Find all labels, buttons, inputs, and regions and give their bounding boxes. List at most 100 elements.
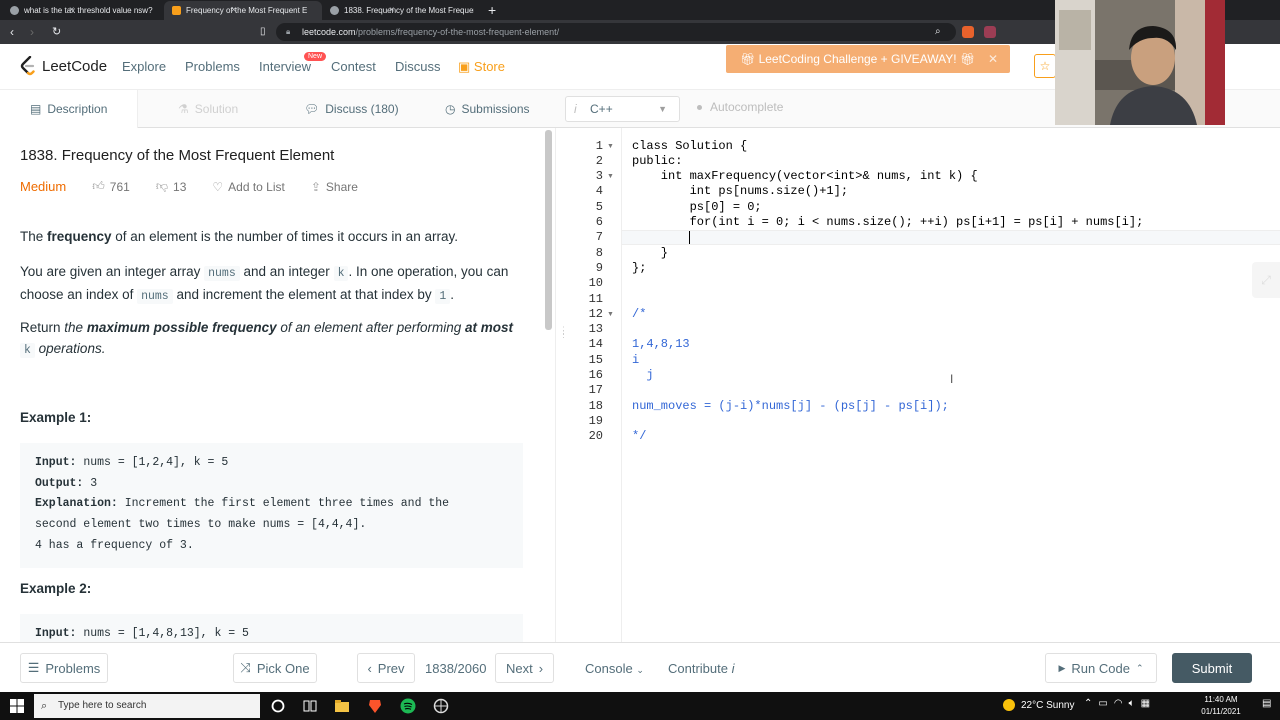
url-domain: leetcode.com: [302, 27, 356, 37]
submit-button[interactable]: Submit: [1172, 653, 1252, 683]
inline-code: k: [333, 266, 349, 281]
list-icon: ☰: [27, 660, 40, 675]
line-number: 10: [588, 276, 603, 291]
line-number: 2: [595, 153, 603, 168]
tab-solution[interactable]: ⚗ Solution: [178, 90, 238, 128]
nav-problems[interactable]: Problems: [185, 59, 240, 74]
close-icon[interactable]: ✕: [69, 3, 74, 18]
weather-widget[interactable]: 22°C Sunny: [1003, 699, 1074, 711]
file-explorer-icon[interactable]: [334, 698, 350, 714]
next-button[interactable]: Next ›: [495, 653, 554, 683]
next-label: Next: [505, 660, 533, 676]
browser-tab-title: Frequency of the Most Frequent E: [186, 6, 308, 15]
search-icon: ⌕: [41, 700, 48, 712]
tab-discuss[interactable]: 💬︎ Discuss (180): [304, 90, 399, 128]
play-icon: ▶: [1058, 662, 1066, 673]
description-scrollbar[interactable]: [545, 130, 552, 330]
chevron-down-icon: ▼: [658, 104, 667, 114]
nav-store[interactable]: ▣ Store: [458, 59, 505, 75]
nav-explore[interactable]: Explore: [122, 59, 166, 74]
pane-splitter[interactable]: ⋮ ⋮: [555, 128, 568, 642]
fullscreen-icon[interactable]: ⤢: [1252, 262, 1280, 298]
spotify-icon[interactable]: [400, 698, 416, 714]
close-icon[interactable]: ✕: [231, 3, 236, 18]
windows-start-icon[interactable]: [10, 699, 24, 713]
problem-title: 1838. Frequency of the Most Frequent Ele…: [20, 147, 335, 164]
tab-description-label: Description: [47, 102, 108, 116]
label: Input:: [35, 456, 77, 469]
contribute-label: Contribute: [668, 661, 728, 676]
language-select[interactable]: i C++ ▼: [565, 96, 680, 122]
code-editor[interactable]: 1 ▼ 2 3 ▼ 4 5 6 7 8 9 10 11 12 ▼ 13 14 15 16 17 18 19 20 class…: [565, 128, 1280, 642]
close-icon[interactable]: ✕: [988, 45, 998, 73]
notifications-icon[interactable]: ▤: [1262, 698, 1271, 709]
leetcode-logo[interactable]: LeetCode: [20, 56, 107, 76]
contribute-link[interactable]: Contribute i: [668, 661, 735, 676]
store-icon: ▣: [458, 59, 474, 74]
brave-rewards-icon[interactable]: [984, 26, 996, 38]
share-icon: ⇪: [310, 179, 321, 194]
task-view-icon[interactable]: [302, 698, 318, 714]
share-label: Share: [325, 179, 358, 194]
browser-tab-active[interactable]: Frequency of the Most Frequent E ✕: [164, 1, 322, 20]
back-icon[interactable]: ‹: [10, 24, 14, 40]
zoom-icon[interactable]: ⌕: [935, 24, 941, 40]
mouse-ibeam-icon: I: [950, 372, 954, 386]
fold-arrow-icon[interactable]: ▼: [607, 139, 614, 154]
label: Input:: [35, 627, 77, 640]
app-icon[interactable]: [433, 698, 449, 714]
address-bar[interactable]: 🔒︎ leetcode.com/problems/frequency-of-th…: [276, 23, 956, 41]
brave-shield-icon[interactable]: [962, 26, 974, 38]
cortana-icon[interactable]: [270, 698, 286, 714]
close-icon[interactable]: ✕: [389, 3, 394, 18]
reload-icon[interactable]: ↻: [52, 24, 61, 40]
tab-description[interactable]: ▤ Description: [0, 90, 138, 128]
text: .: [450, 287, 455, 302]
bookmark-icon[interactable]: ▯: [260, 24, 266, 40]
promo-banner[interactable]: 🎁︎ LeetCoding Challenge + GIVEAWAY! 🎁︎ ✕: [726, 45, 1010, 73]
taskbar-search-input[interactable]: ⌕ Type here to search: [34, 694, 260, 718]
forward-icon[interactable]: ›: [30, 24, 34, 40]
dislike-button[interactable]: 👎︎ 13: [156, 179, 187, 194]
console-toggle[interactable]: Console ⌄: [585, 661, 644, 676]
line-number: 5: [595, 199, 603, 214]
autocomplete-toggle[interactable]: Autocomplete: [697, 100, 783, 114]
fold-arrow-icon[interactable]: ▼: [607, 169, 614, 184]
browser-tab[interactable]: 1838. Frequency of the Most Frequent ✕: [322, 1, 482, 20]
nav-contest[interactable]: Contest: [331, 59, 376, 74]
nav-interview[interactable]: Interview: [259, 59, 311, 74]
run-code-button[interactable]: ▶ Run Code ⌃: [1045, 653, 1157, 683]
taskbar-clock[interactable]: 11:40 AM 01/11/2021: [1198, 694, 1244, 718]
star-icon[interactable]: ☆: [1034, 54, 1056, 78]
windows-taskbar: ⌕ Type here to search 22°C Sunny ⌃▭◠🔈︎▦ …: [0, 692, 1280, 720]
description-paragraph-1: The frequency of an element is the numbe…: [20, 226, 530, 247]
nav-discuss[interactable]: Discuss: [395, 59, 441, 74]
browser-tab[interactable]: what is the tax threshold value nsw? - ✕: [2, 1, 162, 20]
tab-solution-label: Solution: [194, 102, 239, 116]
add-to-list-button[interactable]: ♡ Add to List: [212, 180, 284, 194]
brave-browser-icon[interactable]: [367, 698, 383, 714]
share-button[interactable]: ⇪ Share: [311, 180, 358, 194]
code-line: int maxFrequency(vector<int>& nums, int …: [632, 169, 978, 184]
tab-submissions[interactable]: ◷ Submissions: [445, 90, 530, 128]
text: of an element is the number of times it …: [111, 229, 458, 244]
like-button[interactable]: 👍︎ 761: [92, 179, 130, 194]
new-tab-button[interactable]: +: [488, 2, 496, 18]
problems-list-button[interactable]: ☰ Problems: [20, 653, 108, 683]
line-number: 12: [588, 306, 603, 321]
fold-arrow-icon[interactable]: ▼: [607, 307, 614, 322]
pick-one-button[interactable]: ⤨ Pick One: [233, 653, 317, 683]
chevron-right-icon: ›: [538, 660, 544, 676]
autocomplete-label: Autocomplete: [710, 100, 784, 114]
system-tray[interactable]: ⌃▭◠🔈︎▦: [1084, 698, 1156, 709]
label: Output:: [35, 476, 84, 490]
line-number: 20: [588, 429, 603, 444]
value: second element two times to make nums = …: [35, 518, 367, 532]
search-placeholder: Type here to search: [58, 700, 147, 711]
line-number: 17: [588, 383, 603, 398]
italic-text: of an element after performing: [276, 320, 465, 335]
wifi-icon: ◠: [1113, 698, 1129, 709]
prev-button[interactable]: ‹ Prev: [357, 653, 415, 683]
browser-tab-title: 1838. Frequency of the Most Frequent: [344, 6, 474, 15]
run-code-label: Run Code: [1071, 660, 1130, 676]
